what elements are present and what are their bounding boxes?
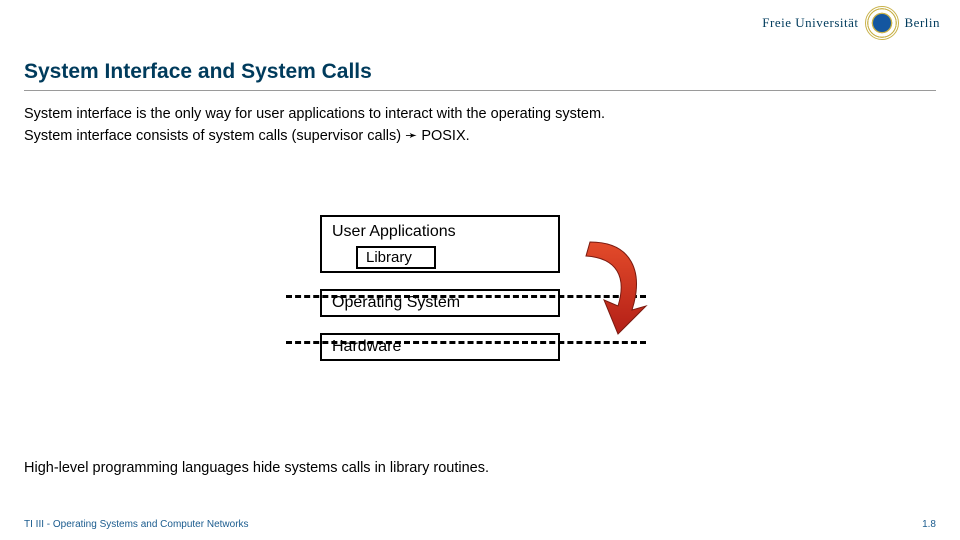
logo-text-right: Berlin (905, 15, 941, 31)
box-library: Library (356, 246, 436, 269)
boundary-line-2 (286, 341, 646, 344)
university-logo: Freie Universität Berlin (762, 6, 940, 40)
seal-icon (865, 6, 899, 40)
conclusion-text: High-level programming languages hide sy… (24, 460, 489, 476)
intro-line-1: System interface is the only way for use… (24, 103, 936, 125)
intro-line-2: System interface consists of system call… (24, 125, 936, 147)
label-library: Library (366, 249, 412, 266)
logo-text-left: Freie Universität (762, 15, 858, 31)
slide: Freie Universität Berlin System Interfac… (0, 0, 960, 540)
footer-course: TI III - Operating Systems and Computer … (24, 519, 249, 530)
box-hardware: Hardware (320, 333, 560, 361)
box-operating-system: Operating System (320, 289, 560, 317)
box-user-applications: User Applications Library (320, 215, 560, 273)
label-user-applications: User Applications (332, 223, 456, 240)
footer-page: 1.8 (922, 519, 936, 530)
layer-diagram: User Applications Library Operating Syst… (320, 215, 640, 361)
intro-text: System interface is the only way for use… (24, 103, 936, 148)
boundary-line-1 (286, 295, 646, 298)
slide-title: System Interface and System Calls (24, 60, 936, 91)
